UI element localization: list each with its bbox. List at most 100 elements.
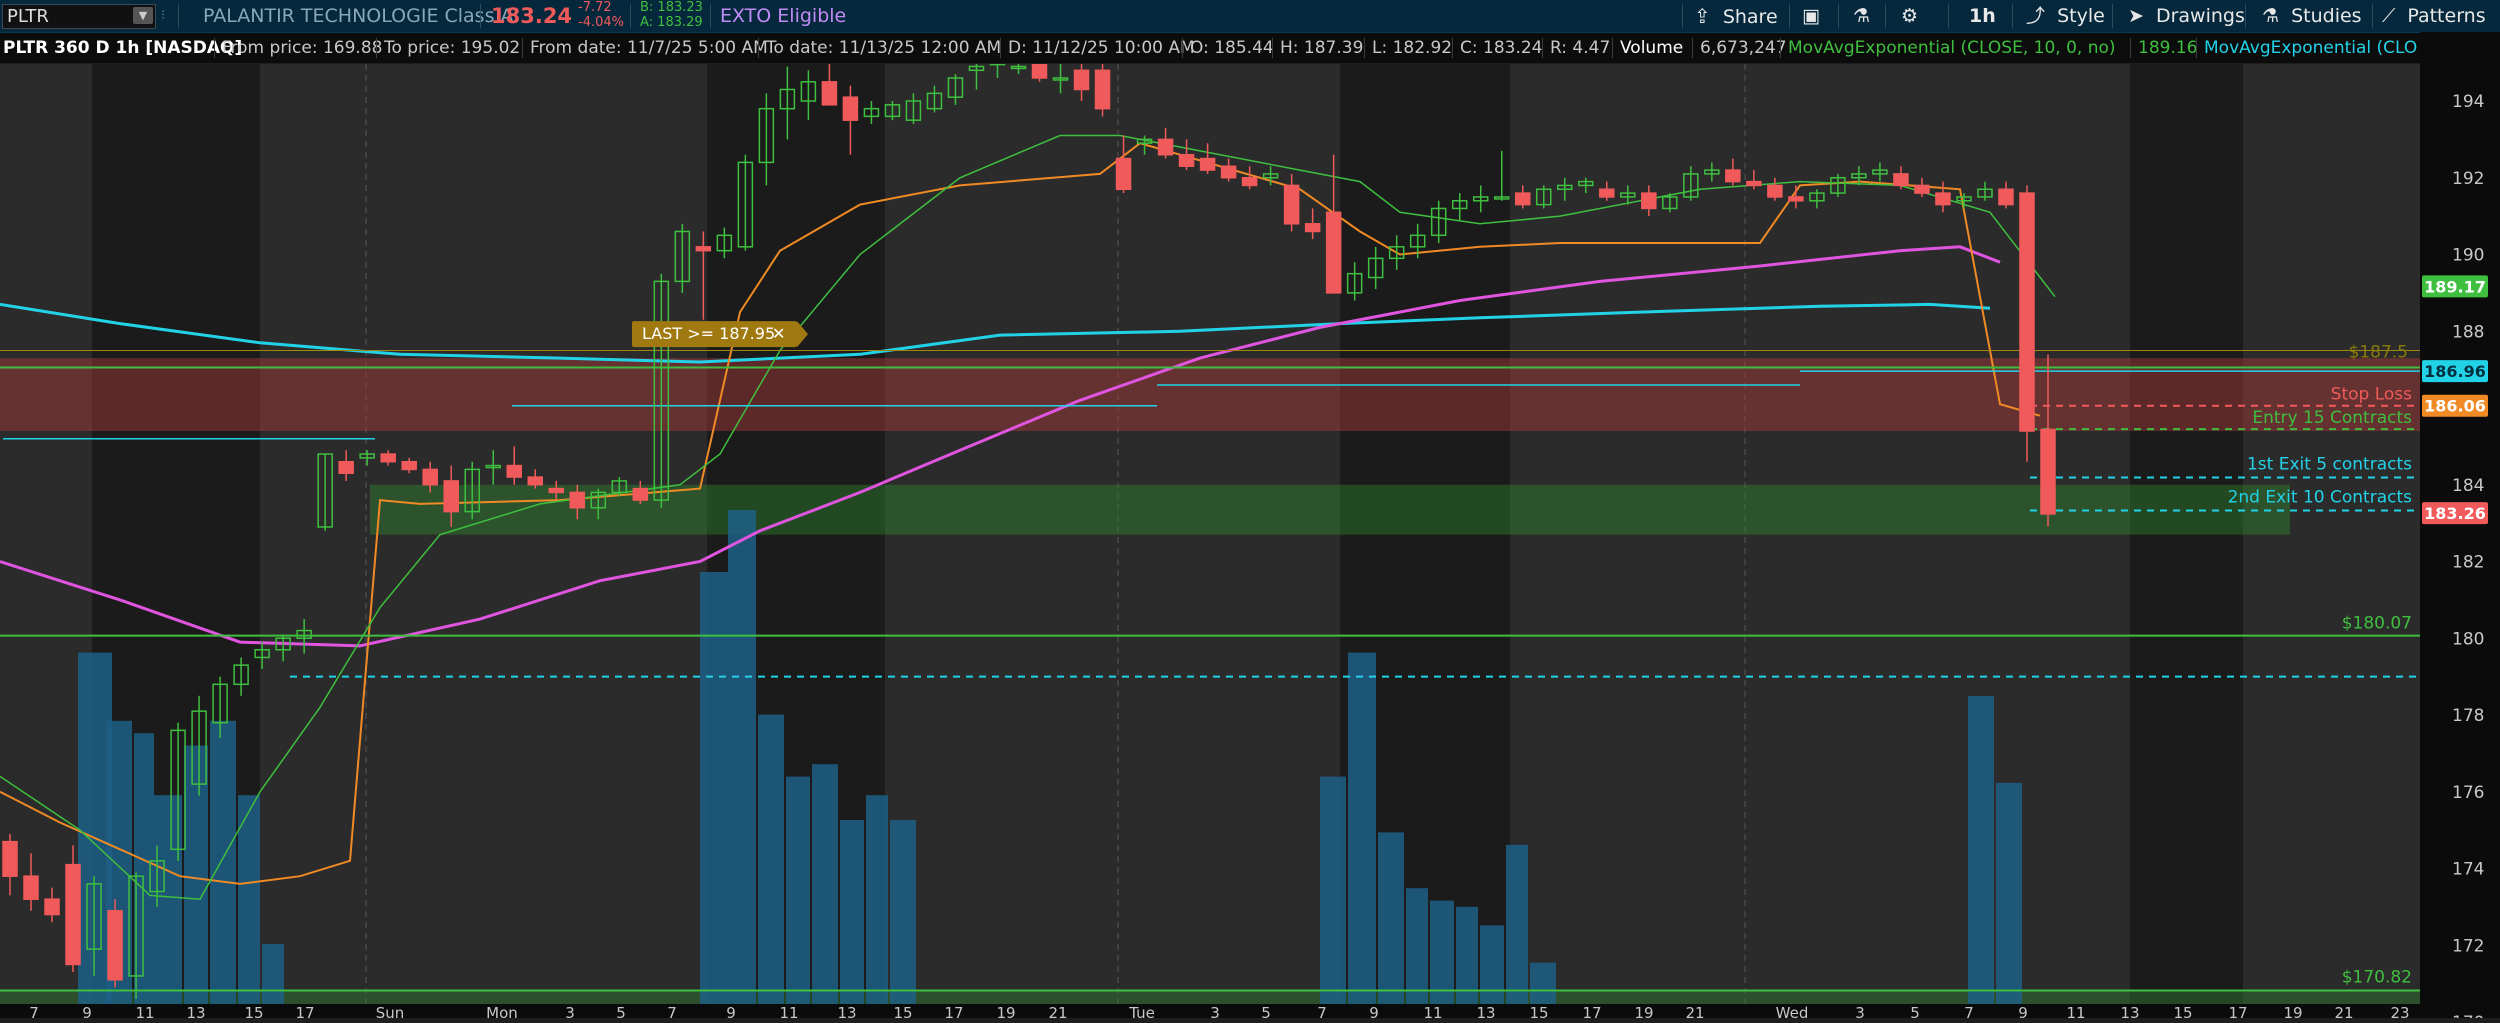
style-button[interactable]: ⤴ Style [2026,0,2105,32]
candle [1872,162,1888,182]
notes-icon[interactable]: ▣ [1802,0,1820,32]
low-value: L: 182.92 [1372,38,1453,58]
divider [2130,38,2131,58]
candle-body [107,909,123,981]
time-tick: 17 [944,1005,963,1019]
price-badge-value: 189.17 [2424,277,2486,296]
candle-body [401,460,417,471]
chevron-down-icon[interactable]: ▼ [133,7,153,24]
share-label: Share [1722,6,1778,28]
candle [1767,177,1783,201]
candle [338,450,354,481]
candle [1220,158,1237,182]
studies-button[interactable]: ⚗ Studies [2262,0,2362,32]
candle-body [2040,428,2056,515]
candle [1578,177,1594,194]
candle [884,101,901,121]
studies-label: Studies [2291,5,2362,27]
drawings-button[interactable]: ➤ Drawings [2128,0,2245,32]
time-tick: 7 [667,1005,677,1019]
patterns-icon: ⟋ [2382,5,2396,27]
time-tick: 17 [2228,1005,2247,1019]
price-alert-text: LAST >= 187.95 [642,324,775,343]
time-tick: 9 [1369,1005,1379,1019]
exit1-label: 1st Exit 5 contracts [2247,454,2412,474]
divider [2245,4,2246,28]
divider [1780,38,1781,58]
open-value: O: 185.44 [1190,38,1274,58]
volume-bar [758,714,784,1006]
candle [1052,62,1069,94]
candle [2,833,18,896]
from-price: From price: 169.88 [222,38,383,58]
candle [1010,62,1027,75]
stop-loss-label: Stop Loss [2331,385,2412,405]
price-tick: 176 [2452,783,2484,803]
volume-bar [1406,888,1428,1006]
candle-body [1767,184,1783,198]
candle-body [1788,196,1804,202]
price-tick: 178 [2452,706,2484,726]
candle-body [842,96,859,121]
divider [1272,38,1273,58]
candle [1178,139,1195,171]
candle-body [1031,61,1048,79]
time-tick: Mon [486,1005,518,1019]
price-axis[interactable]: 1941921901881861841821801781761741721701… [2420,32,2500,1023]
candle [1157,127,1174,159]
time-tick: 11 [779,1005,798,1019]
candle-body [695,246,712,252]
time-tick: 3 [1210,1005,1220,1019]
time-tick: 9 [82,1005,92,1019]
candle [1683,166,1699,201]
candle [1115,135,1132,194]
candle-body [1325,211,1342,294]
candle [1073,62,1090,101]
candle [1788,185,1804,209]
symbol-text[interactable]: PLTR [7,5,49,28]
time-tick: 21 [1048,1005,1067,1019]
candle-body [1746,180,1762,187]
interval-button[interactable]: 1h [1969,0,1996,32]
divider [480,4,481,28]
divider [1789,4,1790,28]
time-tick: 3 [565,1005,575,1019]
time-tick: 19 [2283,1005,2302,1019]
patterns-button[interactable]: ⟋ Patterns [2382,0,2486,32]
divider [1692,38,1693,58]
candle-body [1073,69,1090,91]
entry-label: Entry 15 Contracts [2252,408,2412,428]
candle [947,74,964,105]
last-price: 183.24 [491,4,573,28]
volume-bar [890,820,916,1006]
symbol-input[interactable]: PLTR ▼ [2,4,156,29]
gear-icon[interactable]: ⚙ [1901,0,1918,32]
time-axis[interactable]: 7 9 11 13 15 17 Sun Mon 3 5 7 9 11 13 15 17 19 21 Tue 3 5 7 9 1… [0,1004,2420,1022]
divider [522,38,523,58]
candle [317,453,333,531]
chart-canvas[interactable]: LAST >= 187.95✕ $187.5 Stop Loss Entry 15 C… [0,61,2420,1006]
stop-zone [0,358,2420,432]
time-tick: 15 [2173,1005,2192,1019]
price-tick: 192 [2452,169,2484,189]
candle [989,61,1006,78]
candle [1283,173,1300,232]
time-tick: 15 [893,1005,912,1019]
price-tick: 190 [2452,246,2484,266]
price-tick: 188 [2452,322,2484,342]
share-button[interactable]: ⇪ Share [1694,0,1778,32]
flask-icon[interactable]: ⚗ [1853,0,1870,32]
candle-body [44,898,60,916]
volume-bar [1530,962,1556,1006]
divider [1612,38,1613,58]
divider [1948,4,1949,28]
chart-title: PLTR 360 D 1h [NASDAQ] [3,38,243,58]
ema2-label: MovAvgExponential (CLOSE,... [2204,38,2418,58]
candle [107,899,123,988]
candle [1641,185,1657,217]
price-chart[interactable]: LAST >= 187.95 ✕ $187.5 Stop Loss Entry 15 C… [0,61,2420,1006]
to-price: To price: 195.02 [384,38,521,58]
link-icon[interactable]: ⁝ [161,0,165,32]
candle-body [23,875,39,900]
time-tick: Wed [1776,1005,1809,1019]
